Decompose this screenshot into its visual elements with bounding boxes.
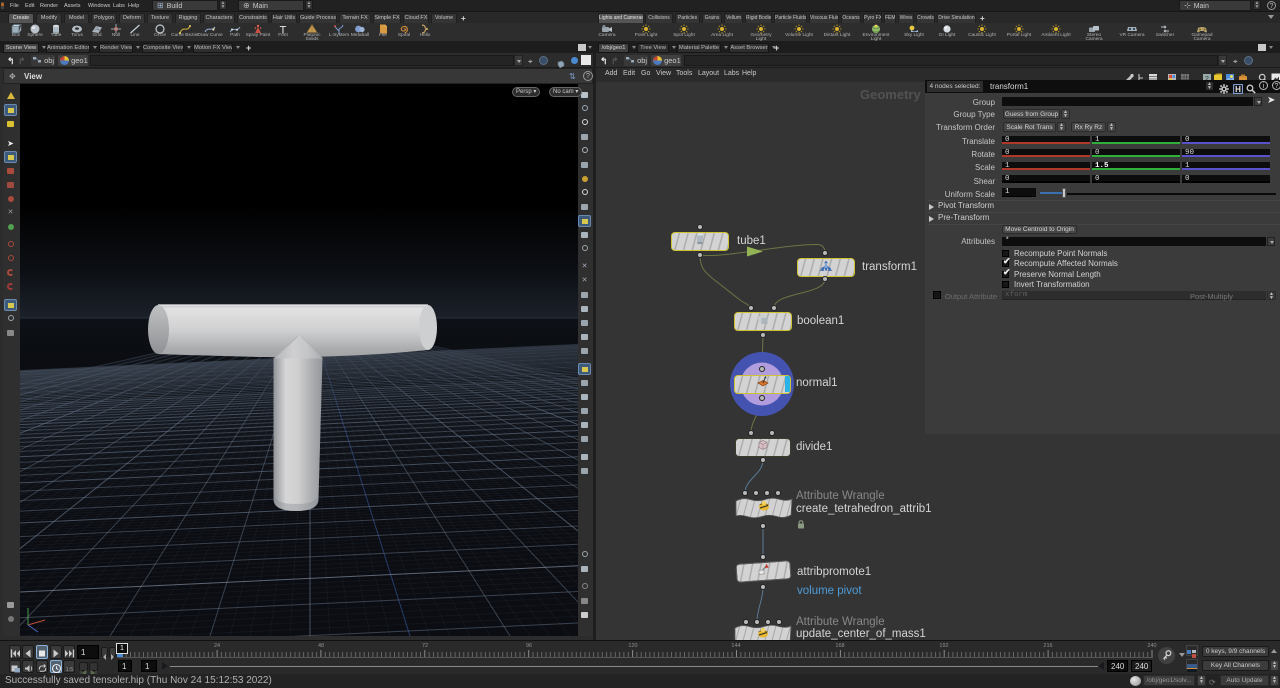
svg-text:H: H [1235,85,1241,94]
svg-text:1:5: 1:5 [66,667,74,673]
